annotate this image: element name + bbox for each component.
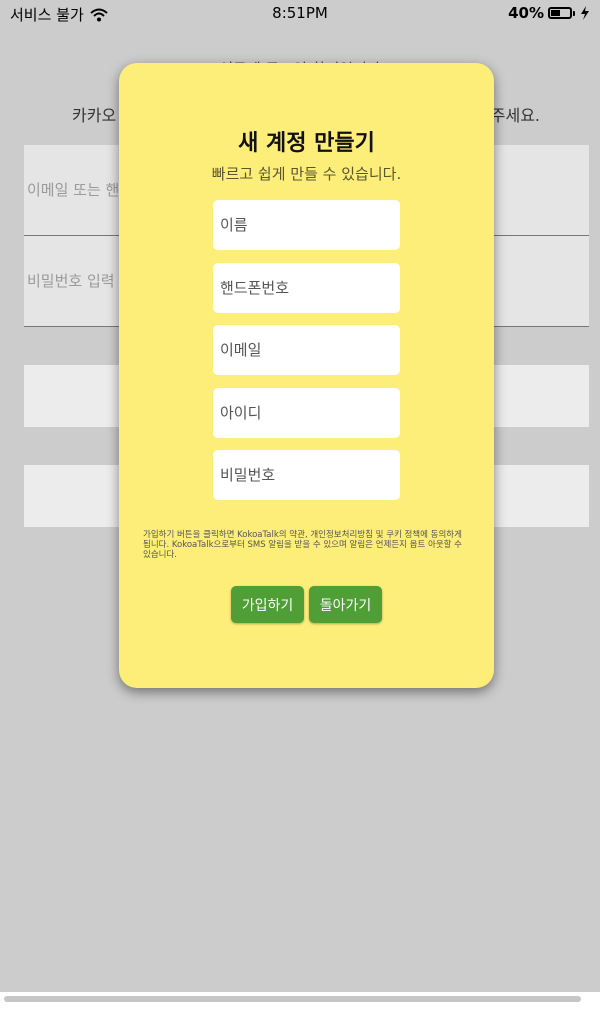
horizontal-scrollbar[interactable] — [0, 992, 600, 1009]
signup-modal: 새 계정 만들기 빠르고 쉽게 만들 수 있습니다. 가입하기 버튼을 클릭하면… — [119, 63, 494, 688]
email-input[interactable] — [213, 325, 400, 375]
modal-title: 새 계정 만들기 — [238, 131, 375, 156]
phone-input[interactable] — [213, 263, 400, 313]
background-desc-right: 주세요. — [490, 106, 540, 125]
charging-icon — [581, 6, 589, 20]
scrollbar-thumb[interactable] — [4, 996, 581, 1002]
background-desc-left: 카카오 — [72, 106, 117, 125]
battery-icon — [548, 7, 575, 19]
battery-percent: 40% — [508, 4, 544, 22]
status-bar: 서비스 불가 8:51PM 40% — [0, 0, 600, 28]
background-email-placeholder: 이메일 또는 핸 — [27, 181, 120, 199]
background-password-placeholder: 비밀번호 입력 — [27, 272, 115, 290]
modal-subtitle: 빠르고 쉽게 만들 수 있습니다. — [211, 165, 402, 183]
back-button[interactable]: 돌아가기 — [309, 586, 382, 623]
password-input[interactable] — [213, 450, 400, 500]
name-input[interactable] — [213, 200, 400, 250]
id-input[interactable] — [213, 388, 400, 438]
status-right: 40% — [508, 4, 590, 22]
signup-button[interactable]: 가입하기 — [231, 586, 304, 623]
terms-text: 가입하기 버튼을 클릭하면 KokoaTalk의 약관, 개인정보처리방침 및 … — [143, 530, 462, 560]
